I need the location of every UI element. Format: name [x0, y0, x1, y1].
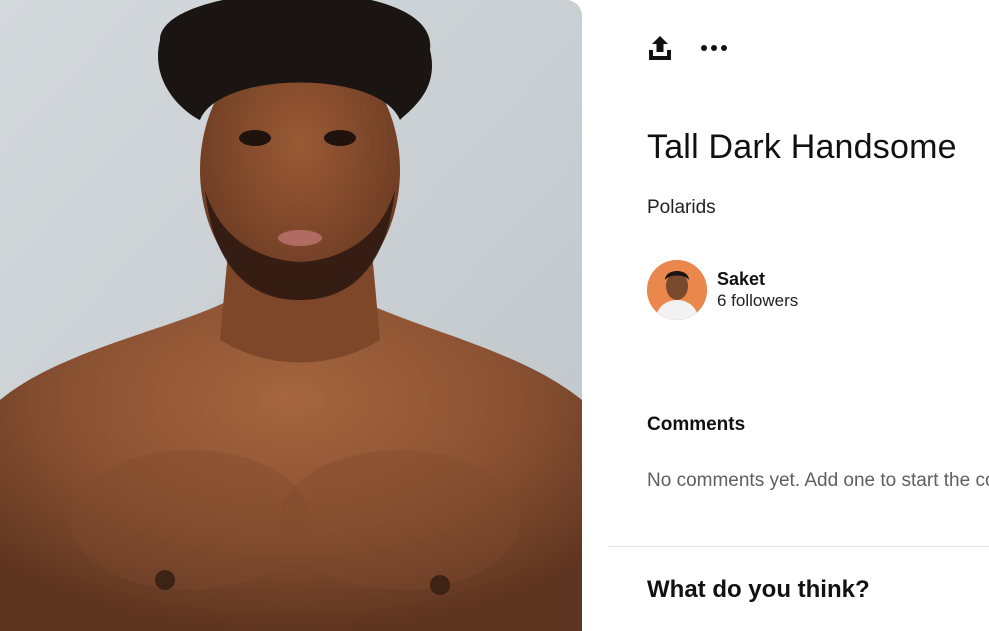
upload-share-icon — [649, 36, 671, 60]
share-button[interactable] — [644, 30, 676, 66]
pin-closeup: Tall Dark Handsome Polarids Saket 6 foll… — [0, 0, 989, 631]
creator-info: Saket 6 followers — [717, 268, 798, 312]
comments-empty-message: No comments yet. Add one to start the co… — [647, 470, 989, 491]
avatar[interactable] — [647, 260, 707, 320]
creator-name[interactable]: Saket — [717, 268, 798, 290]
pin-toolbar — [644, 30, 730, 66]
comment-prompt: What do you think? — [647, 576, 870, 603]
pin-details-panel: Tall Dark Handsome Polarids Saket 6 foll… — [608, 0, 989, 631]
creator-followers: 6 followers — [717, 291, 799, 310]
pin-photo — [0, 0, 582, 631]
comments-heading[interactable]: Comments — [647, 414, 745, 436]
creator-profile[interactable]: Saket 6 followers — [647, 260, 798, 320]
divider — [608, 546, 989, 547]
pin-description: Polarids — [647, 197, 716, 218]
pin-image[interactable] — [0, 0, 582, 631]
more-options-icon — [701, 45, 727, 51]
pin-title: Tall Dark Handsome — [647, 128, 957, 166]
more-options-button[interactable] — [698, 30, 730, 66]
avatar-image — [647, 260, 707, 320]
